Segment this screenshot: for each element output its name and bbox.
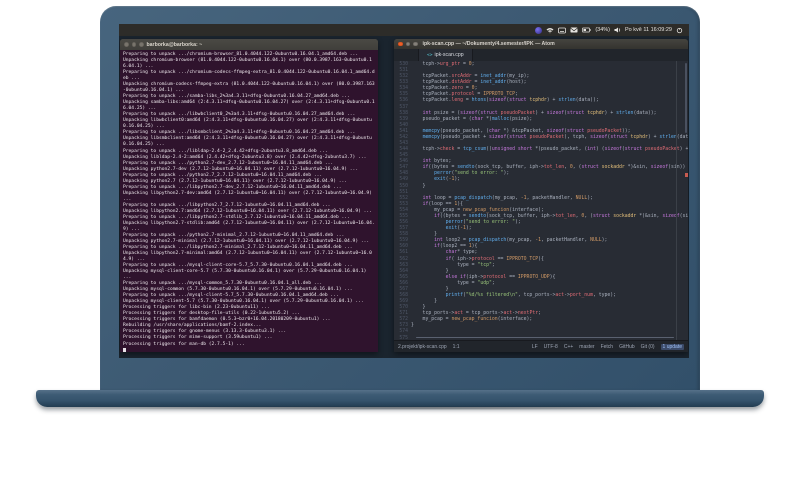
- status-item-1-update[interactable]: 1 update: [660, 343, 684, 350]
- code-line: 544 tcph->check = tcp_csum((unsigned sho…: [394, 147, 688, 153]
- cpp-file-icon: <>: [427, 52, 433, 58]
- top-panel: (34%) Po kvě 11 16:09:29: [119, 24, 689, 36]
- line-number: 575: [399, 335, 408, 340]
- status-item-git-0-[interactable]: Git (0): [641, 344, 655, 350]
- terminal-line: Unpacking chromium-codecs-ffmpeg-extra (…: [123, 82, 375, 94]
- terminal-line: Unpacking libsmbclient:amd64 (2:4.3.11+d…: [123, 136, 372, 148]
- vertical-scrollbar[interactable]: [685, 63, 687, 133]
- mail-icon[interactable]: [570, 27, 579, 33]
- terminal-titlebar[interactable]: barborka@barborka: ~: [120, 39, 378, 50]
- terminal-line: Preparing to unpack .../chromium-codecs-…: [123, 70, 375, 82]
- atom-statusbar: 2.projekt/ipk-scan.cpp 1:1 LF UTF-8 C++ mas…: [394, 340, 688, 352]
- status-item-fetch[interactable]: Fetch: [601, 344, 614, 350]
- terminal-line: Preparing to unpack .../libpython2.7-dev…: [123, 184, 342, 190]
- status-file-path[interactable]: 2.projekt/ipk-scan.cpp: [398, 344, 447, 350]
- clock[interactable]: Po kvě 11 16:09:29: [625, 27, 672, 33]
- volume-icon[interactable]: [614, 27, 621, 33]
- terminal-title: barborka@barborka: ~: [146, 41, 203, 48]
- terminal-line: Unpacking libldap-2.4-2:amd64 (2.4.42+df…: [123, 154, 367, 160]
- terminal-line: Unpacking libpython2.7-stdlib:amd64 (2.7…: [123, 220, 375, 232]
- status-item-lf[interactable]: LF: [532, 344, 538, 350]
- terminal-line: Unpacking python2.7-dev (2.7.12-1ubuntu0…: [123, 166, 359, 172]
- atom-title: ipk-scan.cpp — ~/Dokumenty/4.semester/IP…: [422, 41, 555, 47]
- tab-ipk-scan[interactable]: <> ipk-scan.cpp: [418, 49, 473, 61]
- terminal-line: Unpacking libpython2.7:amd64 (2.7.12-1ub…: [123, 208, 372, 214]
- code-text: my_pcap = new_pcap_funcion(interface);: [411, 317, 533, 323]
- terminal-line: Unpacking chromium-browser (81.0.4044.12…: [123, 58, 372, 70]
- battery-percentage[interactable]: (34%): [595, 27, 610, 33]
- minimize-icon[interactable]: [405, 41, 410, 47]
- terminal-line: Unpacking libwbclient0:amd64 (2:4.3.11+d…: [123, 118, 372, 130]
- horizontal-scrollbar[interactable]: [416, 336, 674, 338]
- status-item-c-[interactable]: C++: [564, 344, 573, 350]
- status-item-master[interactable]: master: [579, 344, 594, 350]
- wrap-guide: [676, 61, 677, 340]
- scrollbar-marker: [685, 173, 688, 177]
- terminal-line: Unpacking mysql-client-core-5.7 (5.7.30-…: [123, 269, 370, 281]
- app-indicator-icon[interactable]: [535, 26, 543, 34]
- status-cursor-position[interactable]: 1:1: [453, 344, 460, 350]
- status-item-utf-8[interactable]: UTF-8: [544, 344, 558, 350]
- code-text: tcph->urg_ptr = 0;: [411, 62, 475, 67]
- atom-titlebar[interactable]: ipk-scan.cpp — ~/Dokumenty/4.semester/IP…: [394, 39, 688, 49]
- status-item-github[interactable]: GitHub: [619, 344, 635, 350]
- tab-bar: <> ipk-scan.cpp: [394, 49, 688, 61]
- terminal-cursor: [123, 347, 126, 352]
- laptop-base: [36, 390, 764, 410]
- code-text: printf("%d/%s filtered\n", tcp_ports->ac…: [445, 292, 617, 298]
- code-text: }: [411, 323, 414, 329]
- code-text: }: [411, 183, 426, 189]
- code-text: memcpy(pseudo_packet + sizeof(struct pse…: [422, 134, 688, 140]
- code-text: tcph->check = tcp_csum((unsigned short *…: [411, 147, 688, 153]
- tab-label: ipk-scan.cpp: [434, 52, 464, 58]
- keyboard-icon[interactable]: [558, 27, 567, 34]
- laptop-mockup: (34%) Po kvě 11 16:09:29 barborka@barbor…: [0, 0, 800, 477]
- terminal-line: Unpacking samba-libs:amd64 (2:4.3.11+dfs…: [123, 100, 375, 112]
- close-icon[interactable]: [124, 42, 129, 47]
- terminal-body[interactable]: Preparing to unpack .../chromium-browser…: [120, 50, 378, 352]
- code-text: pseudo_packet = (char *)malloc(psize);: [411, 116, 533, 122]
- desktop: (34%) Po kvě 11 16:09:29 barborka@barbor…: [119, 24, 689, 358]
- wifi-icon[interactable]: [546, 27, 554, 34]
- close-icon[interactable]: [398, 41, 403, 47]
- terminal-line: Unpacking python2.7 (2.7.12-1ubuntu0~16.…: [123, 178, 348, 184]
- atom-window: ipk-scan.cpp — ~/Dokumenty/4.semester/IP…: [394, 39, 688, 352]
- terminal-window: barborka@barborka: ~ Preparing to unpack…: [120, 39, 378, 352]
- terminal-line: Unpacking libpython2.7-dev:amd64 (2.7.12…: [123, 190, 375, 202]
- status-right-items: LF UTF-8 C++ master Fetch GitHub Git (0) 1 upda…: [532, 343, 684, 350]
- code-editor[interactable]: 530 tcph->urg_ptr = 0; 531 532 tcpPacket.s…: [394, 61, 688, 340]
- terminal-line: Unpacking libpython2.7-minimal:amd64 (2.…: [123, 251, 372, 263]
- maximize-icon[interactable]: [413, 41, 418, 47]
- code-lines: 530 tcph->urg_ptr = 0; 531 532 tcpPacket.s…: [394, 62, 688, 340]
- session-gear-icon[interactable]: [676, 27, 683, 34]
- terminal-prompt-line: [123, 347, 375, 352]
- code-text: tcpPacket.leng = htons(sizeof(struct tcp…: [411, 98, 599, 104]
- terminal-line: Preparing to unpack .../libpython2.7-std…: [123, 214, 350, 220]
- maximize-icon[interactable]: [139, 42, 144, 47]
- minimize-icon[interactable]: [131, 42, 136, 47]
- battery-icon[interactable]: [582, 27, 592, 33]
- code-line: 542 memcpy(pseudo_packet + sizeof(struct…: [394, 135, 688, 141]
- terminal-output: Preparing to unpack .../chromium-browser…: [123, 52, 375, 348]
